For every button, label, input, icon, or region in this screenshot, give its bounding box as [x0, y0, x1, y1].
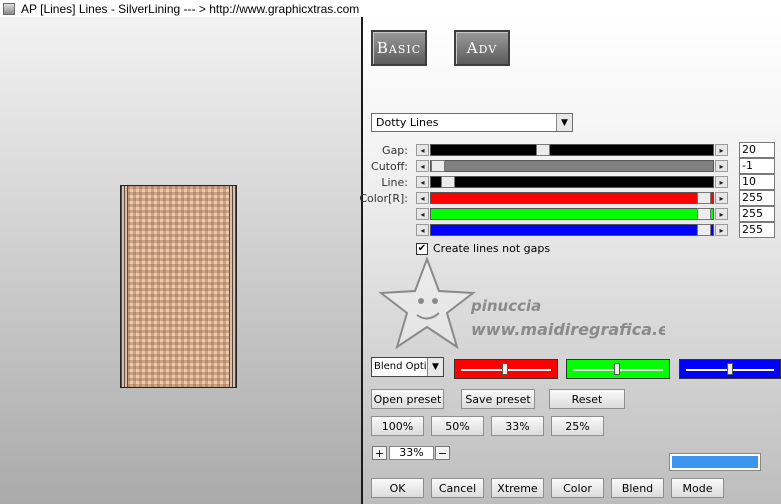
line-right-arrow-icon[interactable]: ▸	[715, 176, 728, 188]
color-b-slider-thumb[interactable]	[697, 224, 711, 236]
blue-blend-slider[interactable]	[679, 359, 781, 379]
color-b-slider-track[interactable]	[430, 224, 714, 236]
color-r-value[interactable]: 255	[739, 190, 775, 206]
color-g-right-arrow-icon[interactable]: ▸	[715, 208, 728, 220]
color-r-label: Color[R]:	[359, 192, 408, 205]
zoom-25-button[interactable]: 25%	[551, 416, 604, 436]
app-icon	[3, 2, 15, 15]
chevron-down-icon[interactable]: ▼	[556, 114, 572, 131]
color-g-slider-thumb[interactable]	[697, 208, 711, 220]
preview-area	[0, 17, 363, 504]
watermark: pinuccia www.maidiregrafica.eu	[378, 256, 665, 350]
open-preset-button[interactable]: Open preset	[371, 389, 444, 409]
zoom-50-button[interactable]: 50%	[431, 416, 484, 436]
cutoff-label: Cutoff:	[371, 160, 408, 173]
cutoff-slider-track[interactable]	[430, 160, 714, 172]
red-blend-knob[interactable]	[502, 363, 508, 375]
gap-slider-thumb[interactable]	[536, 144, 550, 156]
controls-panel: Basic Adv Dotty Lines ▼ Gap: ◂ ▸ 20 Cuto…	[359, 17, 781, 504]
color-g-left-arrow-icon[interactable]: ◂	[416, 208, 429, 220]
color-b-right-arrow-icon[interactable]: ▸	[715, 224, 728, 236]
color-swatch[interactable]	[669, 453, 761, 471]
zoom-value[interactable]: 33%	[389, 446, 434, 460]
gap-slider-row: Gap: ◂ ▸ 20	[363, 142, 781, 158]
color-g-slider-track[interactable]	[430, 208, 714, 220]
color-r-left-arrow-icon[interactable]: ◂	[416, 192, 429, 204]
cutoff-slider-row: Cutoff: ◂ ▸ -1	[363, 158, 781, 174]
gap-right-arrow-icon[interactable]: ▸	[715, 144, 728, 156]
adv-tab-button[interactable]: Adv	[454, 30, 510, 66]
line-label: Line:	[381, 176, 408, 189]
zoom-out-button[interactable]: −	[435, 446, 450, 460]
color-b-left-arrow-icon[interactable]: ◂	[416, 224, 429, 236]
window-title: AP [Lines] Lines - SilverLining --- > ht…	[21, 1, 360, 16]
blend-options-dropdown[interactable]: Blend Opti ▼	[371, 357, 444, 377]
color-button[interactable]: Color	[551, 478, 604, 498]
preset-dropdown-value: Dotty Lines	[376, 116, 439, 129]
line-slider-track[interactable]	[430, 176, 714, 188]
green-blend-slider[interactable]	[566, 359, 670, 379]
color-b-value[interactable]: 255	[739, 222, 775, 238]
zoom-100-button[interactable]: 100%	[371, 416, 424, 436]
line-slider-thumb[interactable]	[441, 176, 455, 188]
ok-button[interactable]: OK	[371, 478, 424, 498]
line-left-arrow-icon[interactable]: ◂	[416, 176, 429, 188]
basic-tab-button[interactable]: Basic	[371, 30, 427, 66]
preview-image	[120, 185, 237, 388]
blue-blend-knob[interactable]	[727, 363, 733, 375]
color-g-value[interactable]: 255	[739, 206, 775, 222]
save-preset-button[interactable]: Save preset	[461, 389, 535, 409]
watermark-name: pinuccia	[470, 297, 541, 315]
color-r-right-arrow-icon[interactable]: ▸	[715, 192, 728, 204]
green-blend-knob[interactable]	[614, 363, 620, 375]
color-r-slider-row: Color[R]: ◂ ▸ 255	[359, 190, 781, 206]
xtreme-button[interactable]: Xtreme	[491, 478, 544, 498]
gap-value[interactable]: 20	[739, 142, 775, 158]
cutoff-slider-thumb[interactable]	[431, 160, 445, 172]
color-r-slider-thumb[interactable]	[697, 192, 711, 204]
zoom-in-button[interactable]: +	[372, 446, 387, 460]
chevron-down-icon[interactable]: ▼	[427, 358, 443, 376]
color-b-slider-row: ◂ ▸ 255	[363, 222, 781, 238]
watermark-url: www.maidiregrafica.eu	[471, 320, 665, 339]
line-value[interactable]: 10	[739, 174, 775, 190]
title-bar: AP [Lines] Lines - SilverLining --- > ht…	[0, 0, 781, 17]
gap-slider-track[interactable]	[430, 144, 714, 156]
watermark-star-icon	[378, 256, 476, 350]
color-g-slider-row: ◂ ▸ 255	[363, 206, 781, 222]
gap-label: Gap:	[382, 144, 408, 157]
cancel-button[interactable]: Cancel	[431, 478, 484, 498]
line-slider-row: Line: ◂ ▸ 10	[363, 174, 781, 190]
cutoff-left-arrow-icon[interactable]: ◂	[416, 160, 429, 172]
blend-options-value: Blend Opti	[374, 361, 427, 372]
gap-left-arrow-icon[interactable]: ◂	[416, 144, 429, 156]
cutoff-value[interactable]: -1	[739, 158, 775, 174]
preset-dropdown[interactable]: Dotty Lines ▼	[371, 113, 573, 132]
reset-button[interactable]: Reset	[549, 389, 625, 409]
red-blend-slider[interactable]	[454, 359, 558, 379]
zoom-33-button[interactable]: 33%	[491, 416, 544, 436]
color-r-slider-track[interactable]	[430, 192, 714, 204]
mode-button[interactable]: Mode	[671, 478, 724, 498]
blend-button[interactable]: Blend	[611, 478, 664, 498]
cutoff-right-arrow-icon[interactable]: ▸	[715, 160, 728, 172]
